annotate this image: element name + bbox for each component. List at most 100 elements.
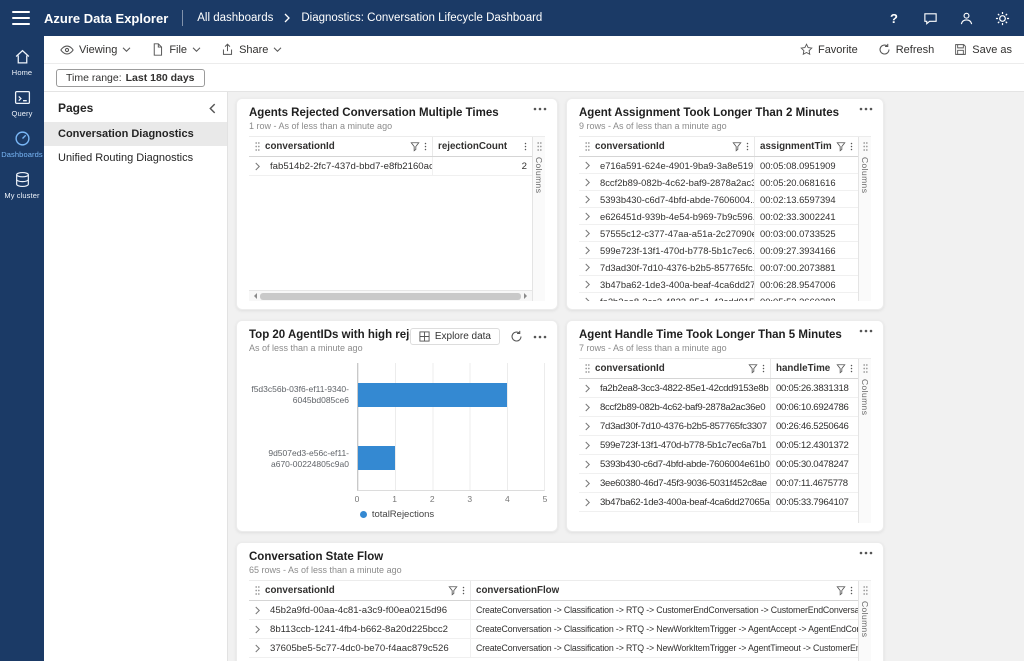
row-expand-icon[interactable] [579,212,595,221]
drag-grip-icon[interactable] [254,141,261,152]
columns-side-tab[interactable]: Columns [858,359,871,523]
row-expand-icon[interactable] [579,422,595,431]
row-expand-icon[interactable] [579,479,595,488]
favorite-button[interactable]: Favorite [800,43,858,56]
column-menu-icon[interactable] [850,585,853,596]
row-expand-icon[interactable] [249,162,265,171]
time-range-filter[interactable]: Time range: Last 180 days [56,69,205,87]
row-expand-icon[interactable] [579,441,595,450]
row-expand-icon[interactable] [249,644,265,653]
share-menu-button[interactable]: Share [221,43,282,56]
column-menu-icon[interactable] [762,363,765,374]
settings-gear-icon[interactable] [994,10,1010,26]
column-menu-icon[interactable] [424,141,427,152]
file-menu-button[interactable]: File [151,43,201,56]
row-expand-icon[interactable] [579,229,595,238]
table-row[interactable]: 8b113ccb-1241-4fb4-b662-8a20d225bcc2Crea… [249,620,858,639]
drag-grip-icon[interactable] [254,585,261,596]
column-header-assignmenttime[interactable]: assignmentTime [754,137,858,156]
table-row[interactable]: 45b2a9fd-00aa-4c81-a3c9-f00ea0215d96Crea… [249,601,858,620]
table-row[interactable]: 7d3ad30f-7d10-4376-b2b5-857765fc330700:2… [579,417,858,436]
table-row[interactable]: e716a591-624e-4901-9ba9-3a8e519...00:05:… [579,157,858,174]
row-expand-icon[interactable] [579,460,595,469]
collapse-panel-icon[interactable] [208,103,217,114]
column-header-conversationid[interactable]: conversationId [249,137,432,156]
column-header-conversationid[interactable]: conversationId [579,137,754,156]
table-row[interactable]: 3ee60380-46d7-45f3-9036-5031f452c8ae00:0… [579,474,858,493]
page-item-unified-routing-diagnostics[interactable]: Unified Routing Diagnostics [44,146,227,170]
refresh-button[interactable]: Refresh [878,43,935,56]
hamburger-menu-icon[interactable] [12,11,30,25]
tile-refresh-icon[interactable] [510,330,523,343]
column-header-conversationid[interactable]: conversationId [579,359,770,378]
columns-side-tab[interactable]: Columns [858,137,871,301]
help-icon[interactable]: ? [886,10,902,26]
scroll-left-icon[interactable] [251,293,257,299]
filter-icon[interactable] [836,141,846,152]
filter-icon[interactable] [410,141,420,152]
filter-icon[interactable] [748,363,758,374]
filter-icon[interactable] [448,585,458,596]
column-header-conversationflow[interactable]: conversationFlow [470,581,858,600]
table-row[interactable]: 3b47ba62-1de3-400a-beaf-4ca6dd27065a00:0… [579,493,858,512]
table-row[interactable]: e626451d-939b-4e54-b969-7b9c596...00:02:… [579,208,858,225]
columns-side-tab[interactable]: Columns [532,137,545,301]
rail-item-home[interactable]: Home [0,43,44,84]
rail-item-dashboards[interactable]: Dashboards [0,125,44,166]
row-expand-icon[interactable] [579,161,595,170]
filter-icon[interactable] [732,141,742,152]
column-header-conversationid[interactable]: conversationId [249,581,470,600]
page-item-conversation-diagnostics[interactable]: Conversation Diagnostics [44,122,227,146]
table-row[interactable]: 8ccf2b89-082b-4c62-baf9-2878a2ac36e000:0… [579,398,858,417]
column-header-handletime[interactable]: handleTime [770,359,858,378]
breadcrumb-all-dashboards[interactable]: All dashboards [197,12,273,24]
table-row[interactable]: 599e723f-13f1-470d-b778-5b1c7ec6a7b100:0… [579,436,858,455]
scroll-right-icon[interactable] [524,293,530,299]
row-expand-icon[interactable] [579,178,595,187]
rail-item-my-cluster[interactable]: My cluster [0,166,44,207]
table-row[interactable]: 57555c12-c377-47aa-a51a-2c27090e...00:03… [579,225,858,242]
table-row[interactable]: 599e723f-13f1-470d-b778-5b1c7ec6...00:09… [579,242,858,259]
column-menu-icon[interactable] [850,363,853,374]
drag-grip-icon[interactable] [584,363,591,374]
horizontal-scrollbar[interactable] [249,290,532,301]
feedback-icon[interactable] [922,10,938,26]
rail-item-query[interactable]: Query [0,84,44,125]
table-row[interactable]: 3b47ba62-1de3-400a-beaf-4ca6dd27...00:06… [579,276,858,293]
tile-more-options-icon[interactable] [533,335,547,339]
row-expand-icon[interactable] [579,498,595,507]
row-expand-icon[interactable] [579,297,595,302]
chart-bar[interactable] [358,446,395,470]
row-expand-icon[interactable] [579,384,595,393]
row-expand-icon[interactable] [579,280,595,289]
table-row[interactable]: 7d3ad30f-7d10-4376-b2b5-857765fc...00:07… [579,259,858,276]
save-as-button[interactable]: Save as [954,43,1012,56]
viewing-menu-button[interactable]: Viewing [60,43,131,57]
table-row[interactable]: 5393b430-c6d7-4bfd-abde-7606004e61b000:0… [579,455,858,474]
explore-data-button[interactable]: Explore data [410,328,500,345]
row-expand-icon[interactable] [579,403,595,412]
table-row[interactable]: fa2b2ea8-3cc3-4822-85e1-42cdd915...00:05… [579,293,858,301]
column-menu-icon[interactable] [746,141,749,152]
tile-more-options-icon[interactable] [533,107,547,111]
table-row[interactable]: fa2b2ea8-3cc3-4822-85e1-42cdd9153e8b00:0… [579,379,858,398]
chart-legend-item[interactable]: totalRejections [249,505,545,523]
columns-side-tab[interactable]: Columns [858,581,871,661]
filter-icon[interactable] [836,363,846,374]
column-menu-icon[interactable] [462,585,465,596]
table-row[interactable]: 5393b430-c6d7-4bfd-abde-7606004...00:02:… [579,191,858,208]
table-row[interactable]: 37605be5-5c77-4dc0-be70-f4aac879c526Crea… [249,639,858,658]
row-expand-icon[interactable] [249,606,265,615]
filter-icon[interactable] [836,585,846,596]
column-header-rejectioncount[interactable]: rejectionCount [432,137,532,156]
column-menu-icon[interactable] [850,141,853,152]
row-expand-icon[interactable] [579,263,595,272]
tile-more-options-icon[interactable] [859,107,873,111]
row-expand-icon[interactable] [579,246,595,255]
tile-more-options-icon[interactable] [859,329,873,333]
scrollbar-thumb[interactable] [260,293,521,300]
table-row[interactable]: fab514b2-2fc7-437d-bbd7-e8fb2160ac482 [249,157,532,176]
account-icon[interactable] [958,10,974,26]
tile-more-options-icon[interactable] [859,551,873,555]
chart-bar[interactable] [358,383,507,407]
